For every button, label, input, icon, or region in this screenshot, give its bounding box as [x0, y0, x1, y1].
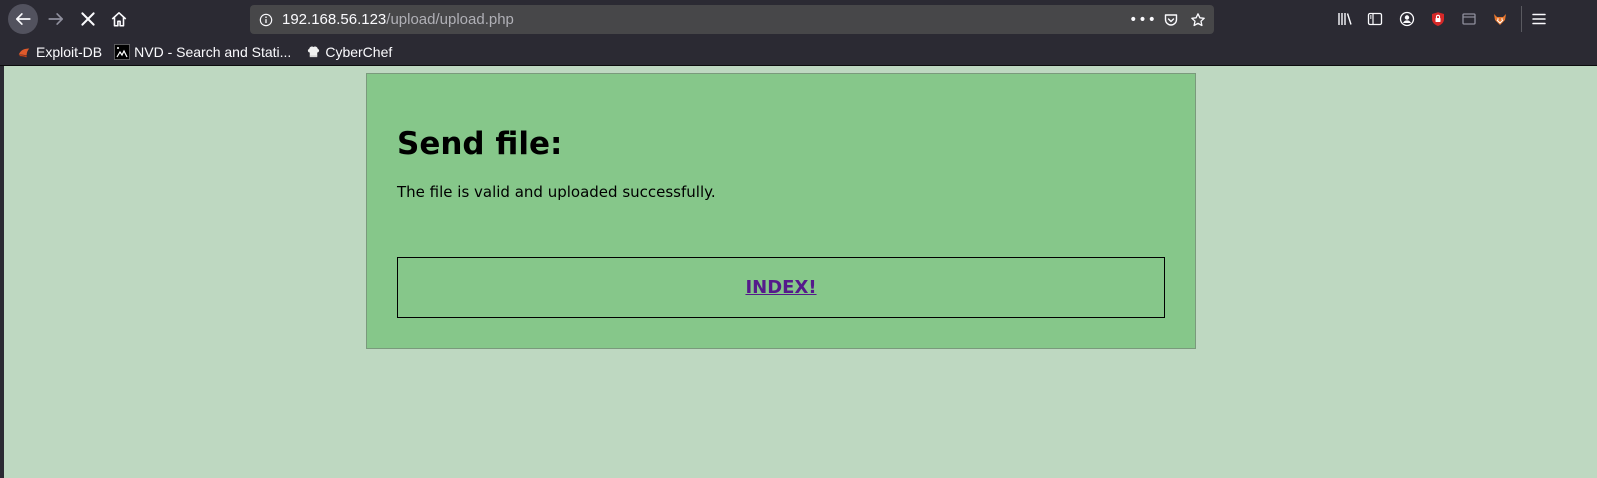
cyberchef-icon [305, 44, 321, 60]
window-icon [1462, 13, 1476, 25]
toolbar-separator [1521, 6, 1522, 32]
upload-status-message: The file is valid and uploaded successfu… [397, 183, 716, 201]
sidebar-icon [1367, 12, 1383, 26]
bookmark-label: Exploit-DB [36, 43, 103, 60]
open-menu-button[interactable] [1530, 10, 1548, 28]
browser-chrome: 192.168.56.123/upload/upload.php ••• Exp… [0, 0, 1597, 66]
forward-button[interactable] [41, 4, 71, 34]
bookmark-star-button[interactable] [1189, 11, 1207, 29]
upload-result-card: Send file: The file is valid and uploade… [366, 73, 1196, 349]
page-actions-button[interactable]: ••• [1129, 11, 1156, 29]
new-window-button[interactable] [1460, 10, 1478, 28]
ublock-shield-icon [1432, 12, 1444, 26]
bookmark-label: NVD - Search and Stati... [134, 43, 292, 60]
page-title: Send file: [397, 126, 563, 162]
account-button[interactable] [1398, 10, 1416, 28]
close-icon [81, 12, 95, 26]
ublock-origin-button[interactable] [1429, 10, 1447, 28]
url-text[interactable]: 192.168.56.123/upload/upload.php [282, 11, 514, 28]
site-info-icon[interactable] [258, 12, 274, 28]
back-button[interactable] [8, 4, 38, 34]
sidebars-button[interactable] [1366, 10, 1384, 28]
address-bar[interactable]: 192.168.56.123/upload/upload.php ••• [250, 5, 1214, 34]
library-icon [1338, 13, 1352, 25]
home-icon [111, 12, 127, 27]
index-link-box: INDEX! [397, 257, 1165, 318]
pocket-button[interactable] [1162, 11, 1180, 29]
account-icon [1399, 11, 1415, 27]
arrow-left-icon [15, 13, 31, 25]
bookmark-cyberchef[interactable]: CyberChef [305, 44, 392, 60]
exploit-db-icon [16, 44, 32, 60]
foxyproxy-icon [1494, 14, 1506, 25]
navigation-toolbar: 192.168.56.123/upload/upload.php ••• [0, 0, 1597, 38]
nvd-icon [114, 43, 130, 60]
bookmarks-toolbar: Exploit-DB NVD - Search and Stati... Cyb… [0, 38, 1597, 65]
hamburger-menu-icon [1532, 13, 1546, 25]
bookmark-label: CyberChef [325, 43, 393, 60]
bookmark-nvd[interactable]: NVD - Search and Stati... [114, 44, 291, 60]
pocket-icon [1164, 14, 1178, 26]
url-path: /upload/upload.php [386, 11, 514, 28]
home-button[interactable] [104, 4, 134, 34]
star-icon [1191, 13, 1205, 27]
arrow-right-icon [48, 13, 64, 25]
library-button[interactable] [1336, 10, 1354, 28]
index-link[interactable]: INDEX! [745, 277, 816, 298]
foxyproxy-button[interactable] [1491, 10, 1509, 28]
url-host: 192.168.56.123 [282, 11, 387, 28]
stop-loading-button[interactable] [73, 4, 103, 34]
bookmark-exploit-db[interactable]: Exploit-DB [16, 44, 102, 60]
page-viewport: Send file: The file is valid and uploade… [4, 66, 1597, 478]
